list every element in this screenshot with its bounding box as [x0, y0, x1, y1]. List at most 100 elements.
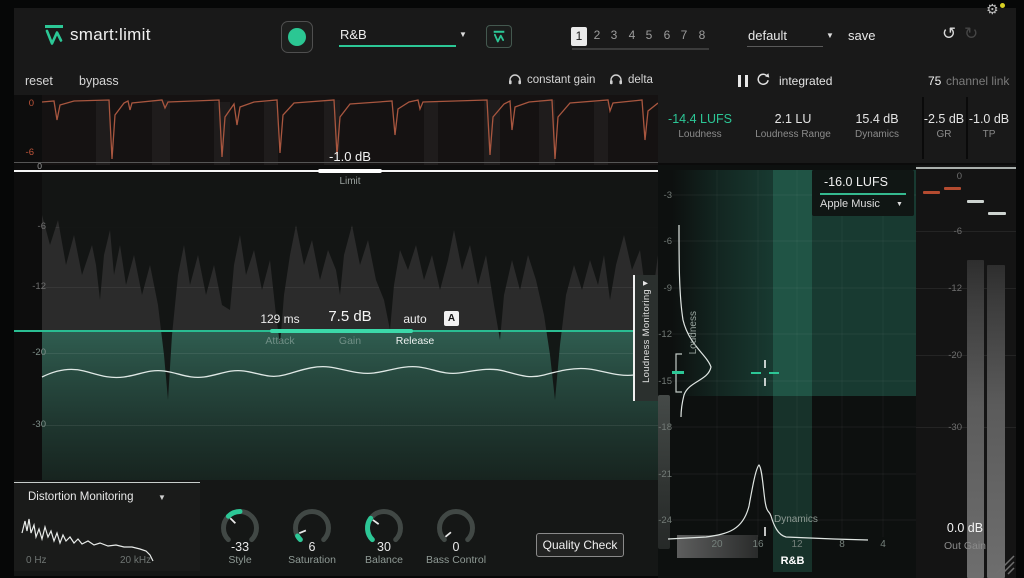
bypass-button[interactable]: bypass: [79, 74, 119, 88]
attack-value[interactable]: 129 ms: [240, 312, 320, 326]
loudness-monitoring-tab[interactable]: ▶ Loudness Monitoring: [633, 275, 659, 401]
meter-zero-line: [916, 167, 1016, 169]
sonible-logo-icon: [44, 24, 64, 46]
loudness-map[interactable]: -3 -6 -9 -12 -15 -18 -21 -24 20 16 12 8 …: [658, 163, 916, 578]
map-y-tick: -18: [658, 422, 672, 433]
profile-chevron-down-icon[interactable]: ▼: [459, 30, 467, 39]
map-y-tick: -15: [658, 376, 672, 387]
platform-chevron-down-icon[interactable]: ▼: [896, 201, 903, 208]
map-y-tick: -6: [658, 236, 672, 247]
ai-profile-button[interactable]: [486, 25, 512, 48]
gear-icon[interactable]: ⚙: [986, 1, 999, 18]
preset-slot-1[interactable]: 1: [571, 27, 587, 46]
stat-gr: -2.5 dB GR: [923, 112, 965, 140]
distortion-title[interactable]: Distortion Monitoring: [28, 491, 133, 503]
gain-label: Gain: [310, 335, 390, 347]
gain-handle[interactable]: [270, 329, 413, 333]
wave-scale-minus12: -12: [22, 281, 46, 292]
gr-meter-left: [923, 191, 940, 194]
map-y-axis-label: Loudness: [688, 311, 699, 354]
map-x-tick: 12: [785, 539, 809, 550]
preset-slot-7[interactable]: 7: [676, 28, 692, 42]
target-platform-select[interactable]: Apple Music: [820, 198, 880, 210]
auto-release-badge[interactable]: A: [444, 311, 459, 326]
bass-control-value[interactable]: 0: [416, 540, 496, 554]
limit-handle[interactable]: [318, 169, 382, 173]
channel-link-value[interactable]: 75: [928, 74, 941, 88]
constant-gain-toggle[interactable]: constant gain: [527, 74, 595, 86]
redo-icon[interactable]: ↻: [964, 24, 978, 44]
stat-dynamics-label: Dynamics: [834, 129, 920, 140]
wave-scale-minus30: -30: [22, 419, 46, 430]
meter-tick: -12: [916, 283, 962, 294]
preset-slot-6[interactable]: 6: [659, 28, 675, 42]
loop-measure-icon[interactable]: [755, 72, 771, 87]
crosshair-cursor: [751, 360, 779, 386]
stat-loudness: -14.4 LUFS Loudness: [660, 112, 740, 140]
map-y-tick: -21: [658, 469, 672, 480]
target-underline: [820, 193, 906, 195]
preset-name-underline: [747, 46, 823, 47]
expand-arrow-icon: ▶: [643, 279, 648, 287]
stat-loudness-label: Loudness: [660, 129, 740, 140]
reset-button[interactable]: reset: [25, 74, 53, 88]
channel-link-label: channel link: [946, 74, 1009, 88]
freq-max-label: 20 kHz: [120, 555, 151, 566]
meter-tick: 0: [916, 171, 962, 182]
tp-meter-right: [988, 212, 1006, 215]
profile-select[interactable]: R&B: [340, 27, 367, 42]
preset-slot-3[interactable]: 3: [606, 28, 622, 42]
dynamics-distribution-curve: [668, 465, 868, 540]
integrated-loudness-marker: [672, 371, 684, 374]
map-y-tick: -9: [658, 283, 672, 294]
balance-value[interactable]: 30: [344, 540, 424, 554]
map-x-tick: 4: [871, 539, 895, 550]
meter-tick: -30: [916, 422, 962, 433]
stat-dynamics-value: 15.4 dB: [834, 112, 920, 126]
record-learning-button[interactable]: [281, 21, 313, 53]
tp-meter-left: [967, 200, 984, 203]
preset-chevron-down-icon[interactable]: ▼: [826, 31, 834, 40]
pause-icon[interactable]: [738, 75, 749, 87]
stat-dynamics: 15.4 dB Dynamics: [834, 112, 920, 140]
preset-name-select[interactable]: default: [748, 28, 787, 43]
out-gain-value[interactable]: 0.0 dB: [930, 521, 1000, 535]
preset-underline: [572, 48, 709, 50]
delta-toggle[interactable]: delta: [628, 74, 653, 86]
undo-icon[interactable]: ↺: [942, 24, 956, 44]
profile-underline: [339, 45, 456, 47]
stat-gr-value: -2.5 dB: [923, 112, 965, 126]
freq-min-label: 0 Hz: [26, 555, 47, 566]
preset-slot-8[interactable]: 8: [694, 28, 710, 42]
preset-slot-4[interactable]: 4: [624, 28, 640, 42]
genre-label: R&B: [773, 555, 812, 567]
preset-slot-2[interactable]: 2: [589, 28, 605, 42]
gain-value[interactable]: 7.5 dB: [310, 308, 390, 325]
limit-label: Limit: [320, 176, 380, 187]
map-y-tick: -3: [658, 190, 672, 201]
resize-handle[interactable]: [990, 550, 1016, 576]
saturation-value[interactable]: 6: [272, 540, 352, 554]
style-value[interactable]: -33: [200, 540, 280, 554]
distortion-chevron-down-icon[interactable]: ▼: [158, 493, 166, 502]
map-x-tick: 16: [746, 539, 770, 550]
meter-panel: 0 -6 -12 -20 -30 0.0 dB Out Gain: [916, 163, 1016, 578]
save-button[interactable]: save: [848, 28, 875, 43]
wave-scale-minus6: -6: [26, 221, 46, 232]
headphones-icon: [508, 72, 522, 85]
loudness-target-box[interactable]: -16.0 LUFS Apple Music ▼: [812, 170, 914, 216]
meter-tick: -6: [916, 226, 962, 237]
integrated-mode-select[interactable]: integrated: [779, 74, 832, 88]
stat-gr-label: GR: [923, 129, 965, 140]
map-y-tick: -12: [658, 329, 672, 340]
release-value[interactable]: auto: [390, 312, 440, 326]
preset-slot-5[interactable]: 5: [641, 28, 657, 42]
limit-value[interactable]: -1.0 dB: [310, 149, 390, 164]
gr-scale-minus6: -6: [14, 147, 34, 158]
target-loudness-value[interactable]: -16.0 LUFS: [824, 175, 888, 189]
tab-label: Loudness Monitoring: [641, 289, 652, 383]
gr-meter-right: [944, 187, 961, 190]
stat-tp-label: TP: [967, 129, 1011, 140]
distortion-panel: Distortion Monitoring ▼ 0 Hz 20 kHz: [14, 482, 200, 571]
quality-check-button[interactable]: Quality Check: [536, 533, 624, 557]
